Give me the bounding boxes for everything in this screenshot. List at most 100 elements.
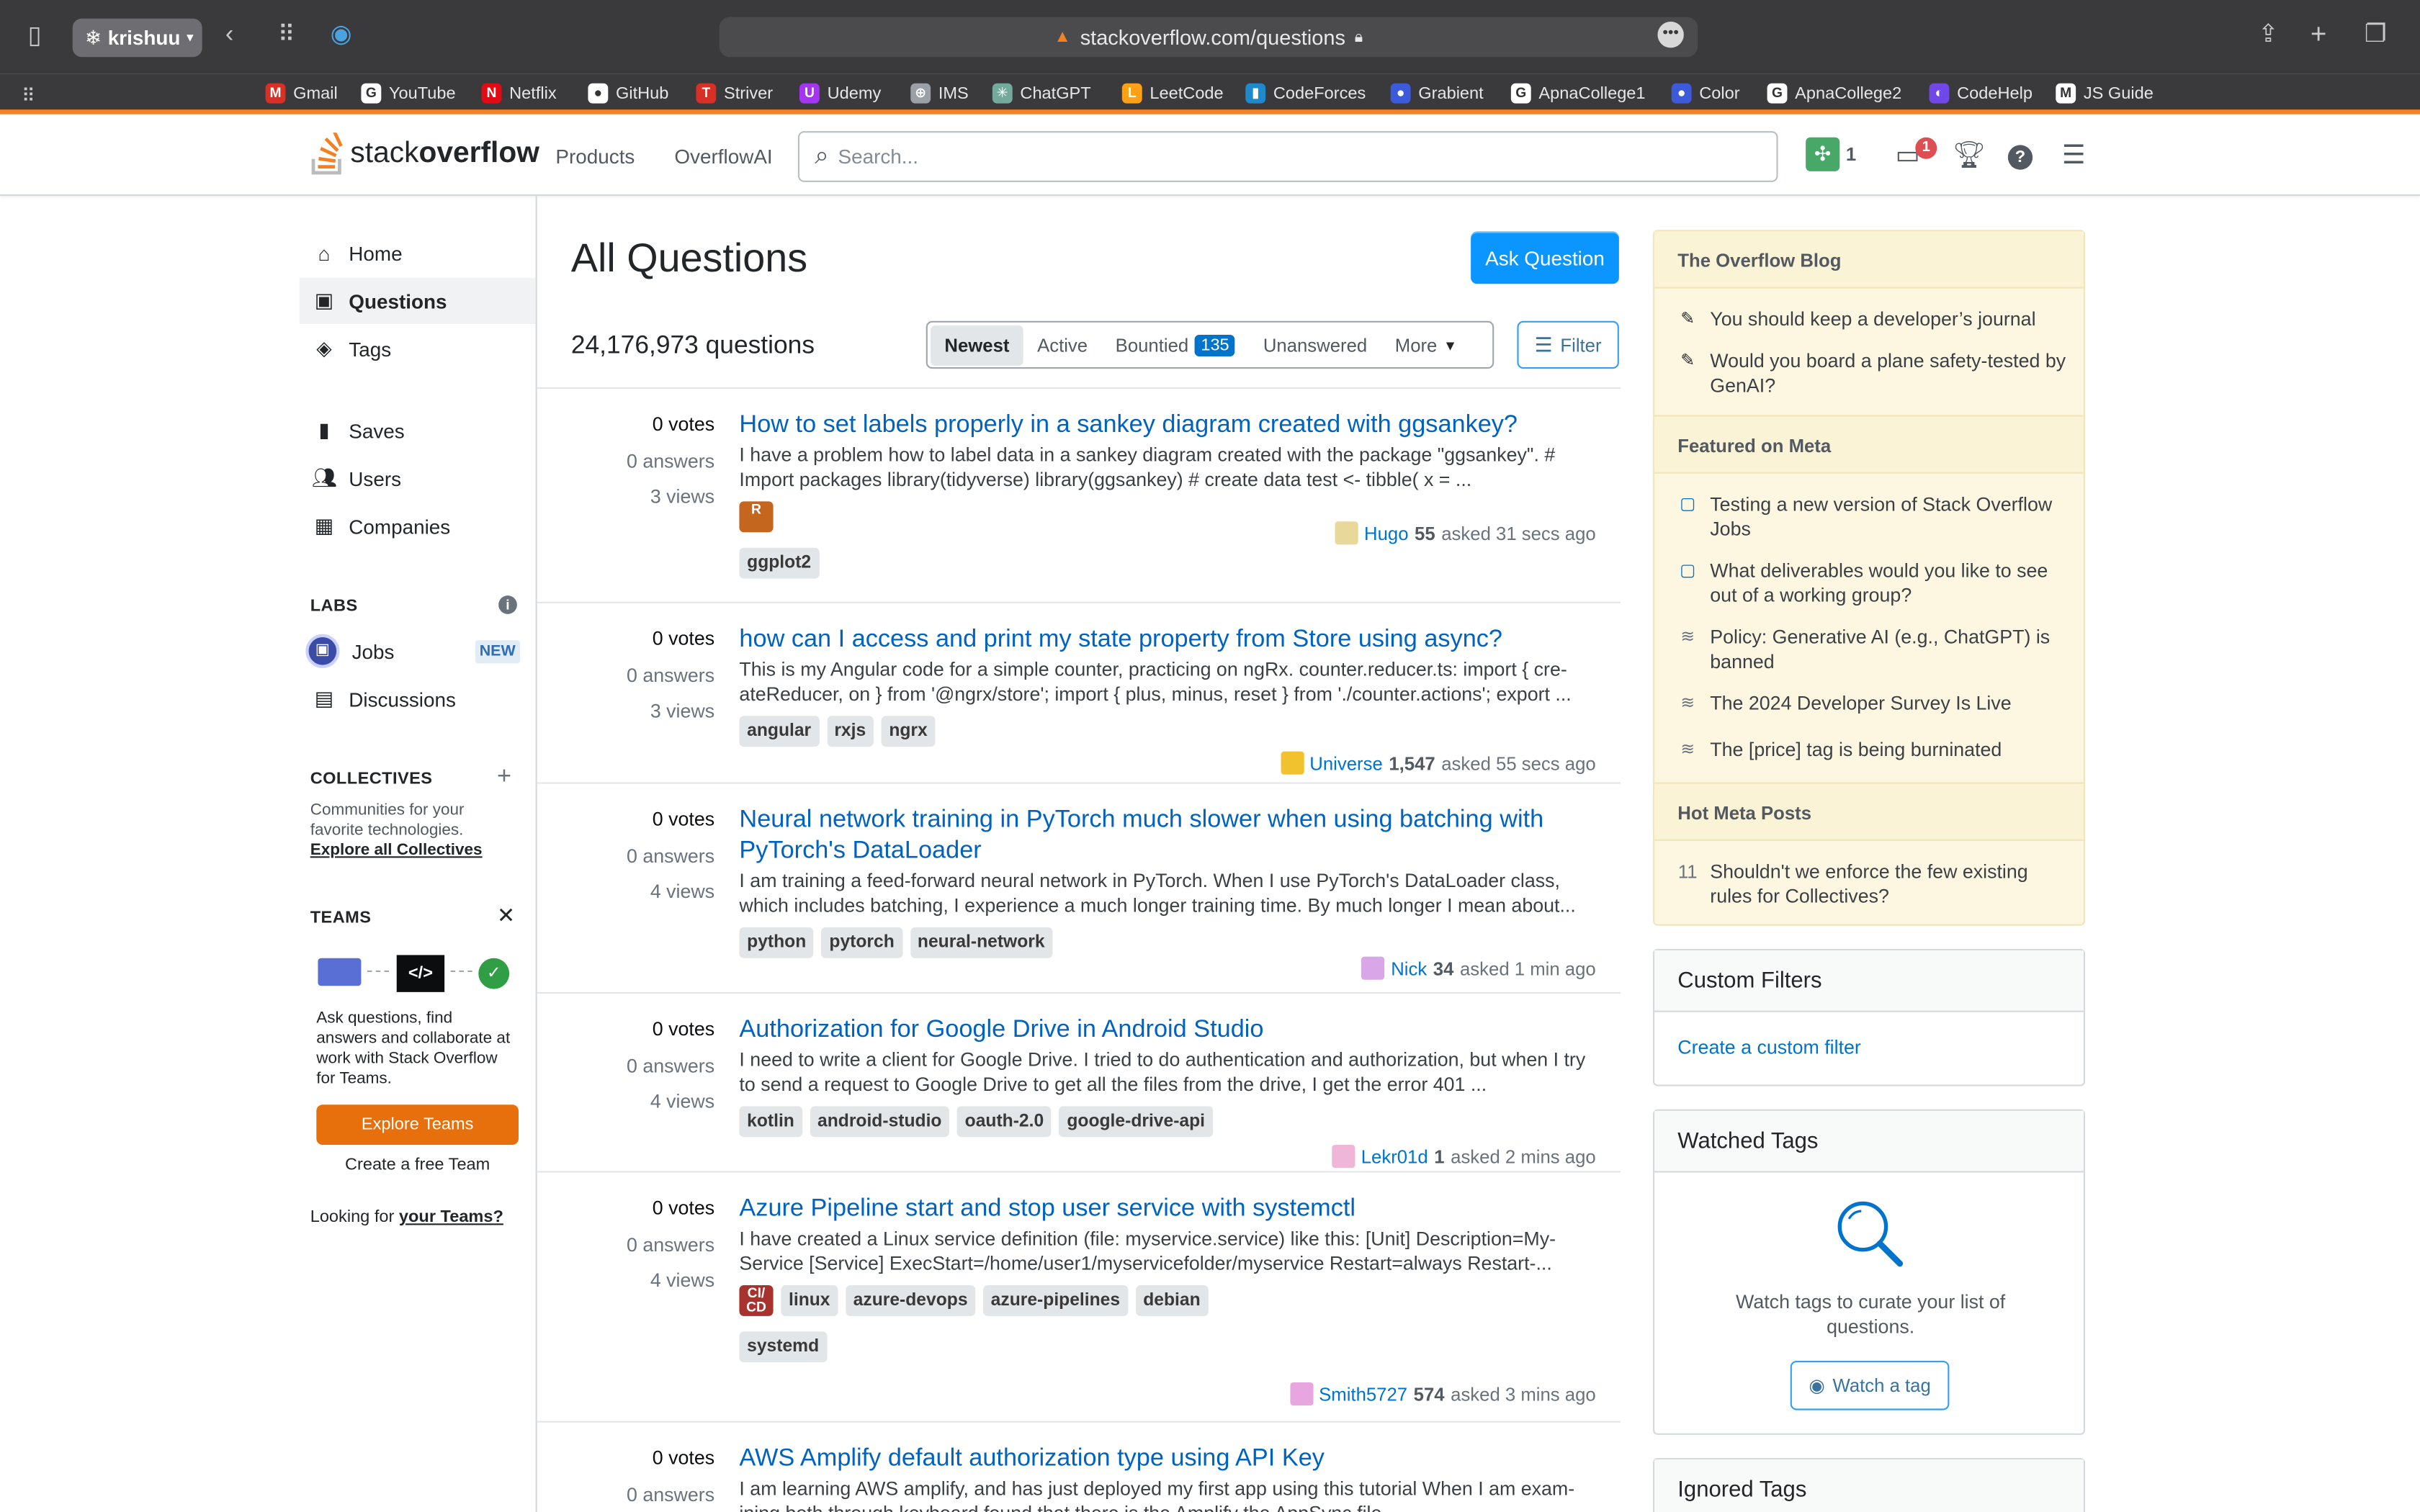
question-title-link[interactable]: How to set labels properly in a sankey d…: [739, 410, 1600, 441]
meta-item[interactable]: ≋ The 2024 Developer Survey Is Live: [1677, 691, 2071, 716]
sidebar-item-questions[interactable]: ▣ Questions: [299, 277, 536, 324]
user-name-link[interactable]: Lekr01d: [1361, 1146, 1428, 1167]
bookmark-chatgpt[interactable]: ✳ ChatGPT: [992, 83, 1091, 104]
add-collective-icon[interactable]: +: [497, 764, 511, 792]
question-title-link[interactable]: Authorization for Google Drive in Androi…: [739, 1015, 1600, 1046]
user-name-link[interactable]: Universe: [1309, 752, 1382, 774]
create-free-team-link[interactable]: Create a free Team: [300, 1156, 536, 1174]
question-tag[interactable]: linux: [781, 1285, 838, 1316]
bookmark-apnacollege2[interactable]: G ApnaCollege2: [1767, 83, 1901, 104]
question-tag[interactable]: ggplot2: [739, 547, 819, 579]
meta-item[interactable]: ▢ Testing a new version of Stack Overflow…: [1677, 492, 2071, 542]
site-switcher-icon[interactable]: ☰: [2062, 140, 2086, 171]
question-tag[interactable]: kotlin: [739, 1106, 802, 1138]
question-tag[interactable]: azure-devops: [845, 1285, 976, 1316]
user-name-link[interactable]: Smith5727: [1319, 1383, 1407, 1405]
bookmark-color[interactable]: ● Color: [1671, 83, 1740, 104]
question-tag[interactable]: debian: [1135, 1285, 1209, 1316]
collective-badge[interactable]: CI/ CD: [739, 1285, 774, 1316]
apps-grid-icon[interactable]: ⠿: [22, 80, 35, 111]
create-custom-filter-link[interactable]: Create a custom filter: [1654, 1012, 2084, 1084]
sidebar-toggle-icon[interactable]: ▯: [28, 22, 42, 53]
bookmark-udemy[interactable]: U Udemy: [799, 83, 881, 104]
bookmark-apnacollege1[interactable]: G ApnaCollege1: [1510, 83, 1646, 104]
avatar[interactable]: ✣: [1806, 137, 1840, 171]
user-name-link[interactable]: Hugo: [1364, 522, 1408, 544]
bookmark-gmail[interactable]: M Gmail: [265, 83, 338, 104]
blog-item[interactable]: ✎ Would you board a plane safety-tested b…: [1677, 348, 2071, 398]
nav-products[interactable]: Products: [555, 145, 635, 168]
url-bar[interactable]: ▲ stackoverflow.com/questions 🔒︎: [719, 17, 1698, 58]
user-name-link[interactable]: Nick: [1391, 958, 1427, 979]
question-tag[interactable]: oauth-2.0: [956, 1106, 1052, 1138]
bookmark-js-guide[interactable]: M JS Guide: [2056, 83, 2154, 104]
search-input[interactable]: ⌕ Search...: [797, 131, 1778, 182]
question-tag[interactable]: azure-pipelines: [982, 1285, 1128, 1316]
stackoverflow-logo[interactable]: stack overflow: [310, 132, 539, 176]
question-tag[interactable]: ngrx: [881, 716, 936, 747]
explore-teams-button[interactable]: Explore Teams: [316, 1104, 519, 1145]
question-tag[interactable]: python: [739, 927, 814, 958]
tab-more[interactable]: More ▼: [1381, 325, 1471, 365]
collective-badge[interactable]: R: [739, 501, 774, 533]
question-tag[interactable]: pytorch: [821, 927, 902, 958]
tab-overview-icon[interactable]: ❐: [2365, 20, 2387, 51]
new-tab-icon[interactable]: +: [2311, 19, 2327, 50]
avatar[interactable]: [1361, 956, 1385, 980]
help-icon[interactable]: ?: [2007, 145, 2033, 170]
meta-item[interactable]: ▢ What deliverables would you like to see…: [1677, 559, 2071, 608]
question-tag[interactable]: android-studio: [810, 1106, 950, 1138]
watch-a-tag-button[interactable]: ◉ Watch a tag: [1790, 1361, 1950, 1410]
bookmark-striver[interactable]: T Striver: [696, 83, 773, 104]
question-tag[interactable]: angular: [739, 716, 819, 747]
avatar[interactable]: [1332, 1145, 1355, 1169]
sidebar-item-saves[interactable]: ▮ Saves: [300, 408, 536, 454]
sidebar-item-tags[interactable]: ◈ Tags: [300, 325, 536, 372]
share-icon[interactable]: ⇪: [2258, 20, 2279, 51]
bookmark-leetcode[interactable]: L LeetCode: [1121, 83, 1224, 104]
question-tag[interactable]: rxjs: [826, 716, 874, 747]
tab-bountied[interactable]: Bountied 135: [1101, 325, 1249, 365]
bookmark-codehelp[interactable]: ◐ CodeHelp: [1929, 83, 2033, 104]
info-icon[interactable]: i: [498, 595, 517, 614]
meta-item[interactable]: ≋ The [price] tag is being burninated: [1677, 737, 2071, 762]
achievements-icon[interactable]: 🏆︎: [1953, 140, 1986, 171]
bookmark-codeforces[interactable]: ▮ CodeForces: [1245, 83, 1366, 104]
more-options-icon[interactable]: •••: [1657, 22, 1684, 48]
ask-question-button[interactable]: Ask Question: [1471, 231, 1619, 284]
explore-collectives-link[interactable]: Explore all Collectives: [310, 841, 483, 861]
question-title-link[interactable]: Neural network training in PyTorch much …: [739, 806, 1600, 868]
back-icon[interactable]: ‹: [225, 20, 233, 51]
question-tag[interactable]: systemd: [739, 1331, 827, 1363]
question-tag[interactable]: neural-network: [910, 927, 1053, 958]
meta-item[interactable]: ≋ Policy: Generative AI (e.g., ChatGPT) i…: [1677, 625, 2071, 675]
sidebar-item-jobs[interactable]: ▣ Jobs NEW: [300, 628, 536, 674]
blog-item[interactable]: ✎ You should keep a developer’s journal: [1677, 307, 2071, 331]
question-title-link[interactable]: Azure Pipeline start and stop user servi…: [739, 1194, 1600, 1225]
sidebar-item-home[interactable]: ⌂ Home: [300, 230, 536, 276]
filter-button[interactable]: ☰ Filter: [1517, 320, 1619, 369]
avatar[interactable]: [1335, 521, 1358, 545]
sidebar-item-users[interactable]: 👥︎ Users: [300, 455, 536, 501]
bookmark-netflix[interactable]: N Netflix: [481, 83, 557, 104]
tab-active[interactable]: Active: [1023, 325, 1102, 365]
question-tag[interactable]: google-drive-api: [1059, 1106, 1213, 1138]
question-title-link[interactable]: AWS Amplify default authorization type u…: [739, 1444, 1600, 1475]
bookmark-ims[interactable]: ⊕ IMS: [910, 83, 969, 104]
avatar[interactable]: [1280, 751, 1304, 775]
profile-switcher[interactable]: ❄ krishuu ▾: [72, 18, 202, 58]
your-teams-link[interactable]: your Teams?: [399, 1208, 503, 1227]
question-title-link[interactable]: how can I access and print my state prop…: [739, 625, 1600, 656]
hot-meta-item[interactable]: 11 Shouldn't we enforce the few existing …: [1677, 860, 2071, 909]
bookmark-github[interactable]: ● GitHub: [588, 83, 668, 104]
tab-unanswered[interactable]: Unanswered: [1250, 325, 1381, 365]
bookmark-youtube[interactable]: G YouTube: [361, 83, 456, 104]
sidebar-item-companies[interactable]: ▦ Companies: [300, 503, 536, 549]
nav-overflowai[interactable]: OverflowAI: [674, 145, 772, 168]
close-icon[interactable]: ✕: [497, 903, 515, 929]
avatar[interactable]: [1289, 1382, 1313, 1406]
tab-newest[interactable]: Newest: [931, 325, 1023, 365]
sidebar-item-discussions[interactable]: ▤ Discussions: [300, 676, 536, 722]
bookmark-grabient[interactable]: ● Grabient: [1390, 83, 1484, 104]
extension-icon[interactable]: ◉: [331, 20, 352, 51]
